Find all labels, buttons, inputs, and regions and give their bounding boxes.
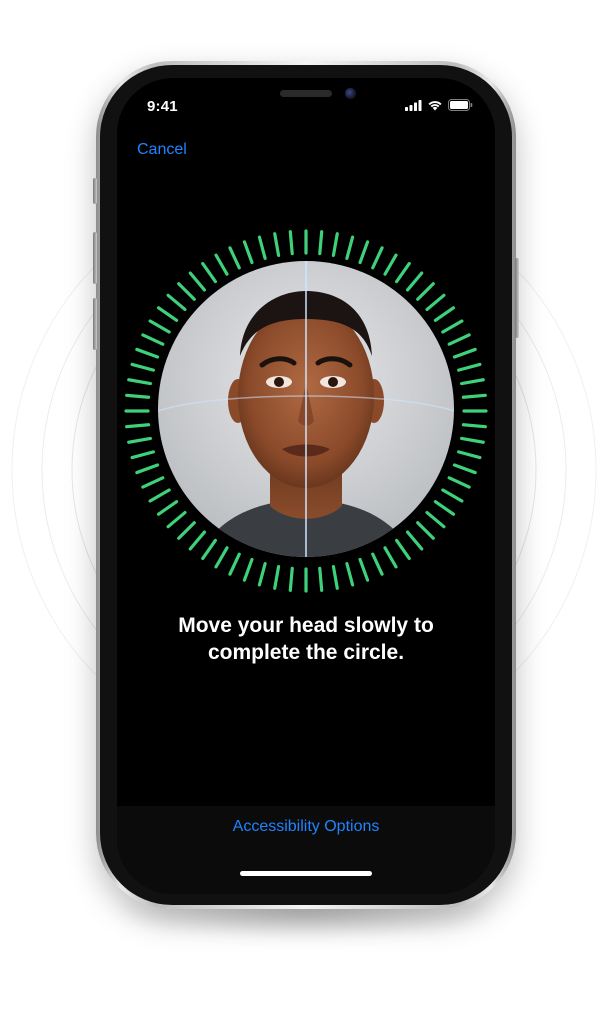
progress-tick bbox=[125, 423, 151, 429]
progress-tick bbox=[177, 282, 196, 301]
side-button bbox=[515, 258, 519, 338]
accessibility-options-button[interactable]: Accessibility Options bbox=[117, 818, 495, 836]
progress-tick bbox=[461, 393, 487, 399]
progress-tick bbox=[201, 538, 217, 561]
progress-tick bbox=[433, 306, 456, 322]
progress-tick bbox=[166, 510, 187, 529]
progress-tick bbox=[214, 546, 229, 569]
progress-tick bbox=[345, 235, 355, 260]
progress-tick bbox=[125, 393, 151, 399]
phone-screen: 9:41 Cancel Move your head slowly to com… bbox=[117, 78, 495, 894]
progress-tick bbox=[130, 450, 155, 460]
progress-tick bbox=[257, 235, 267, 260]
progress-tick bbox=[460, 436, 485, 444]
progress-tick bbox=[383, 253, 398, 276]
progress-tick bbox=[441, 488, 464, 503]
progress-tick bbox=[383, 546, 398, 569]
progress-tick bbox=[461, 423, 487, 429]
progress-tick bbox=[127, 378, 152, 386]
progress-tick bbox=[135, 347, 160, 359]
progress-tick bbox=[447, 476, 471, 489]
progress-tick bbox=[141, 333, 165, 346]
progress-tick bbox=[201, 261, 217, 284]
progress-tick bbox=[452, 347, 477, 359]
instruction-text: Move your head slowly to complete the ci… bbox=[137, 612, 475, 666]
progress-tick bbox=[405, 530, 424, 551]
progress-tick bbox=[242, 557, 254, 582]
progress-tick bbox=[273, 565, 281, 590]
cellular-signal-icon bbox=[405, 99, 422, 111]
progress-tick bbox=[447, 333, 471, 346]
wifi-icon bbox=[428, 101, 442, 111]
progress-tick bbox=[318, 566, 324, 592]
face-camera-preview bbox=[158, 261, 454, 557]
cancel-button[interactable]: Cancel bbox=[137, 141, 187, 159]
progress-tick bbox=[242, 240, 254, 265]
progress-tick bbox=[166, 293, 187, 312]
progress-tick bbox=[188, 530, 207, 551]
progress-tick bbox=[425, 510, 446, 529]
instruction-line-1: Move your head slowly to bbox=[178, 614, 434, 637]
home-indicator[interactable] bbox=[240, 871, 372, 876]
device-mockup: 9:41 Cancel Move your head slowly to com… bbox=[0, 0, 608, 1018]
volume-down-button bbox=[93, 298, 97, 350]
status-time: 9:41 bbox=[147, 98, 178, 115]
progress-tick bbox=[228, 552, 241, 576]
progress-tick bbox=[457, 362, 482, 372]
progress-tick bbox=[148, 319, 171, 334]
progress-tick bbox=[141, 476, 165, 489]
progress-tick bbox=[318, 230, 324, 256]
progress-tick bbox=[425, 293, 446, 312]
progress-tick bbox=[395, 538, 411, 561]
progress-tick bbox=[288, 230, 294, 256]
progress-tick bbox=[405, 271, 424, 292]
battery-icon bbox=[448, 99, 473, 111]
instruction-line-2: complete the circle. bbox=[207, 641, 405, 664]
progress-tick bbox=[441, 319, 464, 334]
progress-tick bbox=[371, 552, 384, 576]
progress-tick bbox=[177, 521, 196, 540]
progress-tick bbox=[331, 232, 339, 257]
progress-tick bbox=[188, 271, 207, 292]
progress-tick bbox=[460, 378, 485, 386]
face-image bbox=[158, 261, 454, 557]
progress-tick bbox=[156, 500, 179, 516]
progress-tick bbox=[358, 240, 370, 265]
progress-tick bbox=[257, 562, 267, 587]
progress-tick bbox=[130, 362, 155, 372]
progress-tick bbox=[148, 488, 171, 503]
progress-tick bbox=[457, 450, 482, 460]
progress-tick bbox=[416, 521, 435, 540]
progress-tick bbox=[345, 562, 355, 587]
progress-tick bbox=[371, 246, 384, 270]
progress-tick bbox=[135, 463, 160, 475]
progress-tick bbox=[416, 282, 435, 301]
progress-tick bbox=[156, 306, 179, 322]
progress-tick bbox=[395, 261, 411, 284]
progress-tick bbox=[452, 463, 477, 475]
progress-tick bbox=[214, 253, 229, 276]
progress-tick bbox=[288, 566, 294, 592]
progress-tick bbox=[273, 232, 281, 257]
mute-switch bbox=[93, 178, 97, 204]
progress-tick bbox=[433, 500, 456, 516]
progress-tick bbox=[127, 436, 152, 444]
status-icons bbox=[405, 99, 473, 111]
front-camera bbox=[345, 88, 356, 99]
earpiece-speaker bbox=[280, 90, 332, 97]
progress-tick bbox=[331, 565, 339, 590]
volume-up-button bbox=[93, 232, 97, 284]
progress-tick bbox=[228, 246, 241, 270]
progress-tick bbox=[358, 557, 370, 582]
